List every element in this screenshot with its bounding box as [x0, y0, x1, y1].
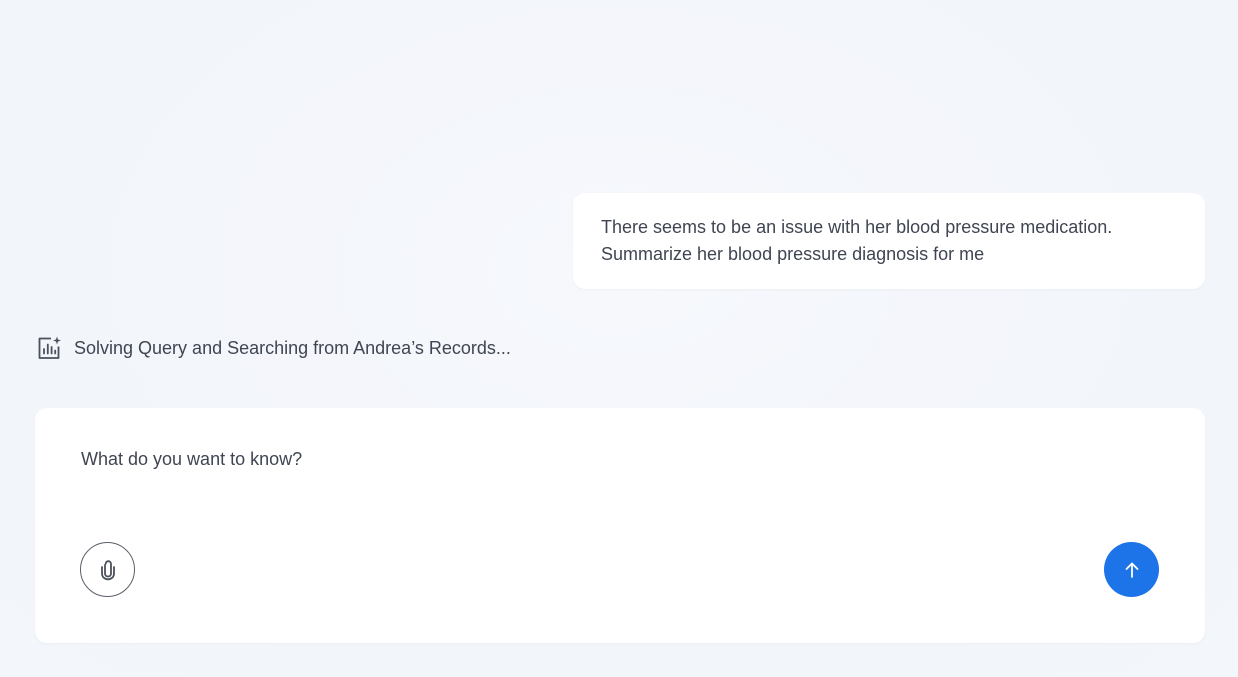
arrow-up-icon — [1122, 560, 1142, 580]
status-text: Solving Query and Searching from Andrea’… — [74, 337, 511, 358]
query-input[interactable] — [81, 449, 1081, 470]
user-message-line-1: There seems to be an issue with her bloo… — [601, 217, 1113, 237]
query-composer — [35, 408, 1205, 643]
attach-button[interactable] — [80, 542, 135, 597]
processing-status: Solving Query and Searching from Andrea’… — [36, 334, 511, 362]
chat-page: There seems to be an issue with her bloo… — [0, 0, 1238, 677]
send-button[interactable] — [1104, 542, 1159, 597]
user-message-bubble: There seems to be an issue with her bloo… — [573, 193, 1205, 289]
paperclip-icon — [96, 558, 120, 582]
user-message-line-2: Summarize her blood pressure diagnosis f… — [601, 244, 985, 264]
chart-sparkle-icon — [36, 335, 62, 361]
